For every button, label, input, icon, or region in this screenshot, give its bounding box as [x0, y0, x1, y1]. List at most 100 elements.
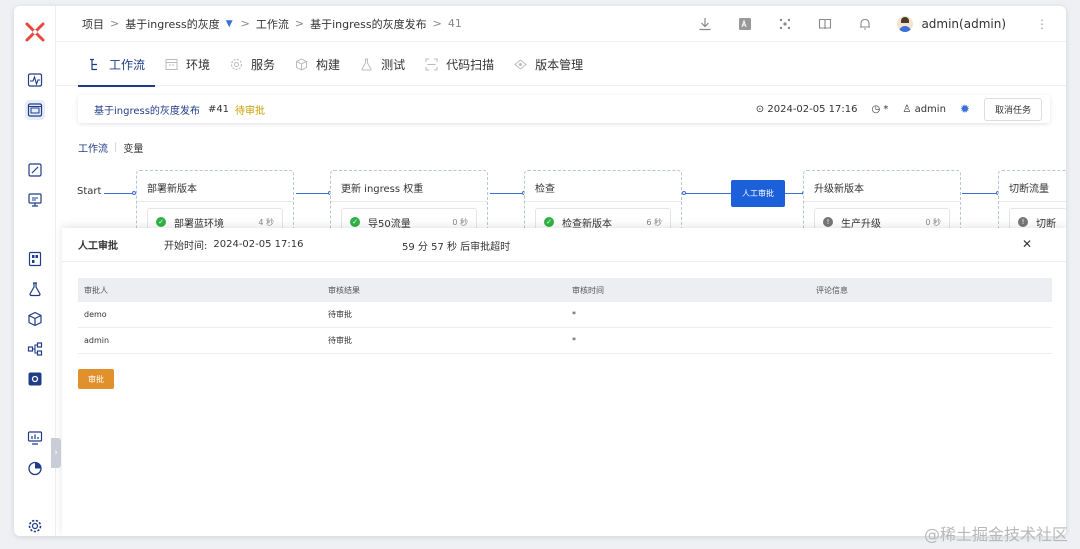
plugin-icon[interactable]: [765, 17, 805, 31]
pipeline-connector: [784, 193, 803, 194]
tab-label: 代码扫描: [446, 57, 495, 72]
stage-title: 更新 ingress 权重: [331, 171, 487, 202]
success-check-icon: ✓: [156, 217, 166, 227]
breadcrumb-workflow-name[interactable]: 基于ingress的灰度发布: [310, 16, 427, 32]
stage-title: 切断流量: [999, 171, 1066, 202]
tab-build[interactable]: 构建: [285, 42, 350, 86]
version-icon: [514, 58, 527, 70]
build-icon: [296, 57, 308, 71]
breadcrumb-separator: >: [432, 17, 442, 30]
book-icon[interactable]: [805, 17, 845, 31]
tab-label: 构建: [316, 57, 341, 72]
approval-node[interactable]: 人工审批: [731, 180, 785, 207]
column-header: 审核结果: [328, 285, 360, 295]
avatar[interactable]: [897, 16, 914, 32]
approver-cell: demo: [84, 310, 107, 319]
download-icon[interactable]: [685, 17, 725, 31]
pipeline-connector: [296, 193, 330, 194]
success-check-icon: ✓: [544, 217, 554, 227]
flask-icon[interactable]: [25, 279, 45, 299]
subtab-divider: |: [114, 142, 118, 153]
tab-label: 工作流: [109, 57, 146, 72]
logo-icon[interactable]: [24, 21, 46, 43]
translate-icon[interactable]: [725, 17, 765, 31]
cancel-task-button[interactable]: 取消任务: [983, 97, 1042, 121]
tab-label: 版本管理: [535, 57, 584, 72]
creator-value: admin: [914, 103, 946, 115]
breadcrumb-separator: >: [240, 17, 250, 30]
edit-doc-icon[interactable]: [25, 160, 45, 180]
job-duration: 4 秒: [258, 218, 274, 227]
subtab-variables[interactable]: 变量: [123, 140, 143, 155]
registry-icon[interactable]: [25, 249, 45, 269]
pending-icon: !: [1018, 217, 1028, 227]
creator: ♙ admin: [902, 104, 946, 115]
bell-icon[interactable]: [845, 17, 885, 31]
breadcrumb-workflow[interactable]: 工作流: [256, 16, 289, 32]
pending-icon: !: [823, 217, 833, 227]
workflow-icon: [90, 58, 97, 70]
breadcrumb-run-number: 41: [447, 17, 462, 30]
tab-code-scan[interactable]: 代码扫描: [415, 42, 504, 86]
top-actions: admin(admin) ⋮: [685, 6, 1066, 42]
duration: ◷ *: [872, 104, 889, 115]
column-header: 审核时间: [572, 285, 604, 295]
result-cell: 待审批: [328, 336, 352, 345]
play-circle-icon: ⊙: [755, 103, 765, 115]
clock-icon: ◷: [871, 103, 881, 115]
run-number: #41: [207, 103, 230, 115]
result-cell: 待审批: [328, 310, 352, 319]
username[interactable]: admin(admin): [921, 17, 1006, 31]
settings-box-icon[interactable]: [25, 369, 45, 389]
run-meta: ⊙ 2024-02-05 17:16 ◷ * ♙ admin ✹ 取消任务: [756, 95, 1042, 123]
breadcrumb-separator: >: [110, 17, 120, 30]
project-icon[interactable]: [25, 100, 45, 120]
column-header: 审批人: [84, 285, 108, 295]
tab-service[interactable]: 服务: [220, 42, 285, 86]
collapse-sidebar-handle[interactable]: ›: [51, 438, 61, 468]
drawer-title: 人工审批: [78, 241, 118, 252]
breadcrumb-project-name[interactable]: 基于ingress的灰度: [125, 16, 220, 32]
monitor-doc-icon[interactable]: [25, 190, 45, 210]
start-time-value: 2024-02-05 17:16: [767, 103, 858, 115]
workflow-name-link[interactable]: 基于ingress的灰度发布: [94, 102, 200, 117]
tab-test[interactable]: 测试: [350, 42, 415, 86]
approval-drawer: 人工审批 开始时间: 2024-02-05 17:16 59 分 57 秒 后审…: [62, 228, 1066, 536]
approver-cell: admin: [84, 336, 110, 345]
tab-version[interactable]: 版本管理: [504, 42, 593, 86]
top-bar: 项目 > 基于ingress的灰度 ▼ > 工作流 > 基于ingress的灰度…: [56, 6, 1066, 42]
tab-workflow[interactable]: 工作流: [78, 42, 156, 87]
subtab-workflow[interactable]: 工作流: [78, 140, 108, 155]
activity-icon[interactable]: [25, 70, 45, 90]
stage-title: 检查: [525, 171, 681, 202]
pipeline-connector: [962, 193, 998, 194]
gear-icon[interactable]: [25, 516, 45, 536]
pipeline-start-label: Start: [77, 186, 102, 197]
breadcrumb-separator: >: [294, 17, 305, 30]
left-rail: [14, 6, 56, 536]
time-cell: *: [572, 310, 576, 319]
breadcrumb-project[interactable]: 项目: [82, 16, 104, 32]
caret-down-icon[interactable]: ▼: [226, 19, 233, 29]
status-badge: 待审批: [235, 105, 266, 117]
success-check-icon: ✓: [350, 217, 360, 227]
table-row: admin 待审批 *: [78, 328, 1052, 354]
duration-value: *: [883, 103, 889, 115]
job-duration: 0 秒: [925, 218, 941, 227]
package-icon[interactable]: [25, 309, 45, 329]
start-time-value: 2024-02-05 17:16: [213, 239, 304, 250]
more-vertical-icon[interactable]: ⋮: [1036, 17, 1048, 31]
tab-label: 测试: [381, 57, 406, 72]
network-icon[interactable]: [25, 339, 45, 359]
pipeline-connector: [684, 193, 732, 194]
dashboard-icon[interactable]: [25, 428, 45, 448]
close-icon[interactable]: ✕: [1022, 237, 1032, 251]
user-icon: ♙: [902, 103, 912, 115]
tab-environment[interactable]: 环境: [155, 42, 220, 86]
approve-button[interactable]: 审批: [78, 369, 114, 389]
environment-icon: [165, 58, 178, 70]
drawer-header: 人工审批 开始时间: 2024-02-05 17:16 59 分 57 秒 后审…: [62, 228, 1066, 262]
job-duration: 6 秒: [646, 218, 662, 227]
connector-dot: [682, 191, 686, 195]
pie-chart-icon[interactable]: [25, 458, 45, 478]
